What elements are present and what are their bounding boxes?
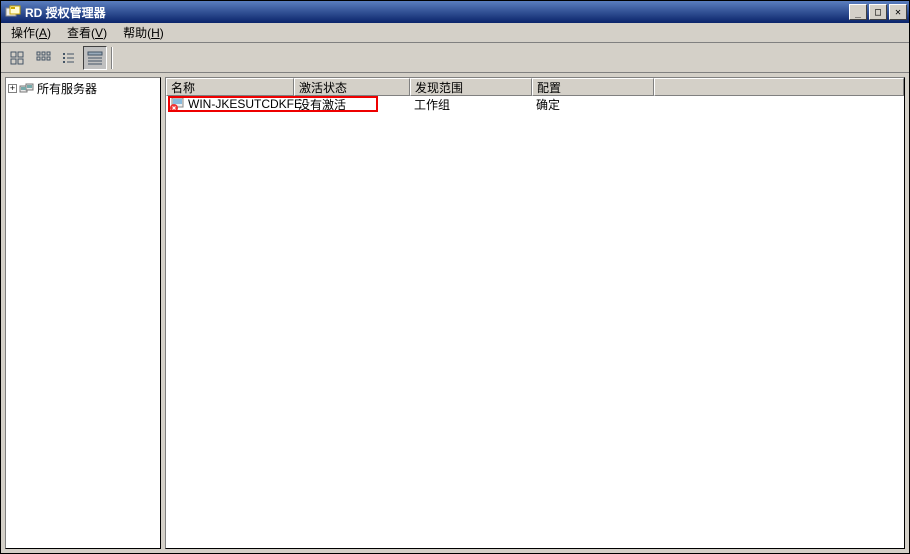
window-controls: _ □ ✕	[847, 4, 907, 20]
cell-name: WIN-JKESUTCDKFE	[166, 96, 294, 112]
close-button[interactable]: ✕	[889, 4, 907, 20]
toolbar-separator	[111, 47, 113, 69]
column-header-config[interactable]: 配置	[532, 78, 654, 96]
column-header-name[interactable]: 名称	[166, 78, 294, 96]
maximize-button[interactable]: □	[869, 4, 887, 20]
cell-config: 确定	[532, 96, 654, 112]
list-header: 名称 激活状态 发现范围 配置	[166, 78, 904, 96]
cell-scope: 工作组	[410, 96, 532, 112]
menu-action[interactable]: 操作(A)	[5, 22, 57, 43]
cell-activation: 没有激活	[294, 96, 410, 112]
tree-panel[interactable]: + 所有服务器	[5, 77, 161, 549]
toolbar-list-view-button[interactable]	[57, 46, 81, 70]
column-header-activation[interactable]: 激活状态	[294, 78, 410, 96]
large-icons-icon	[9, 50, 25, 66]
menubar: 操作(A) 查看(V) 帮助(H)	[1, 23, 909, 43]
expand-toggle[interactable]: +	[8, 84, 17, 93]
menu-help[interactable]: 帮助(H)	[117, 22, 170, 43]
details-icon	[87, 50, 103, 66]
list-panel[interactable]: 名称 激活状态 发现范围 配置	[165, 77, 905, 549]
column-header-fill	[654, 78, 904, 96]
minimize-button[interactable]: _	[849, 4, 867, 20]
tree-root-item[interactable]: + 所有服务器	[6, 78, 160, 99]
toolbar-details-view-button[interactable]	[83, 46, 107, 70]
column-header-scope[interactable]: 发现范围	[410, 78, 532, 96]
window-title: RD 授权管理器	[25, 4, 847, 21]
titlebar: RD 授权管理器 _ □ ✕	[1, 1, 909, 23]
app-window: RD 授权管理器 _ □ ✕ 操作(A) 查看(V) 帮助(H)	[0, 0, 910, 554]
toolbar	[1, 43, 909, 73]
small-icons-icon	[35, 50, 51, 66]
tree-root-label: 所有服务器	[37, 80, 97, 97]
table-row[interactable]: WIN-JKESUTCDKFE 没有激活 工作组 确定	[166, 96, 904, 112]
servers-icon	[19, 81, 35, 97]
content-area: + 所有服务器 名称 激活状态 发现范围 配置	[1, 73, 909, 553]
app-icon	[5, 4, 21, 20]
toolbar-large-icons-button[interactable]	[5, 46, 29, 70]
list-icon	[61, 50, 77, 66]
server-warning-icon	[170, 96, 186, 112]
toolbar-small-icons-button[interactable]	[31, 46, 55, 70]
menu-view[interactable]: 查看(V)	[61, 22, 113, 43]
